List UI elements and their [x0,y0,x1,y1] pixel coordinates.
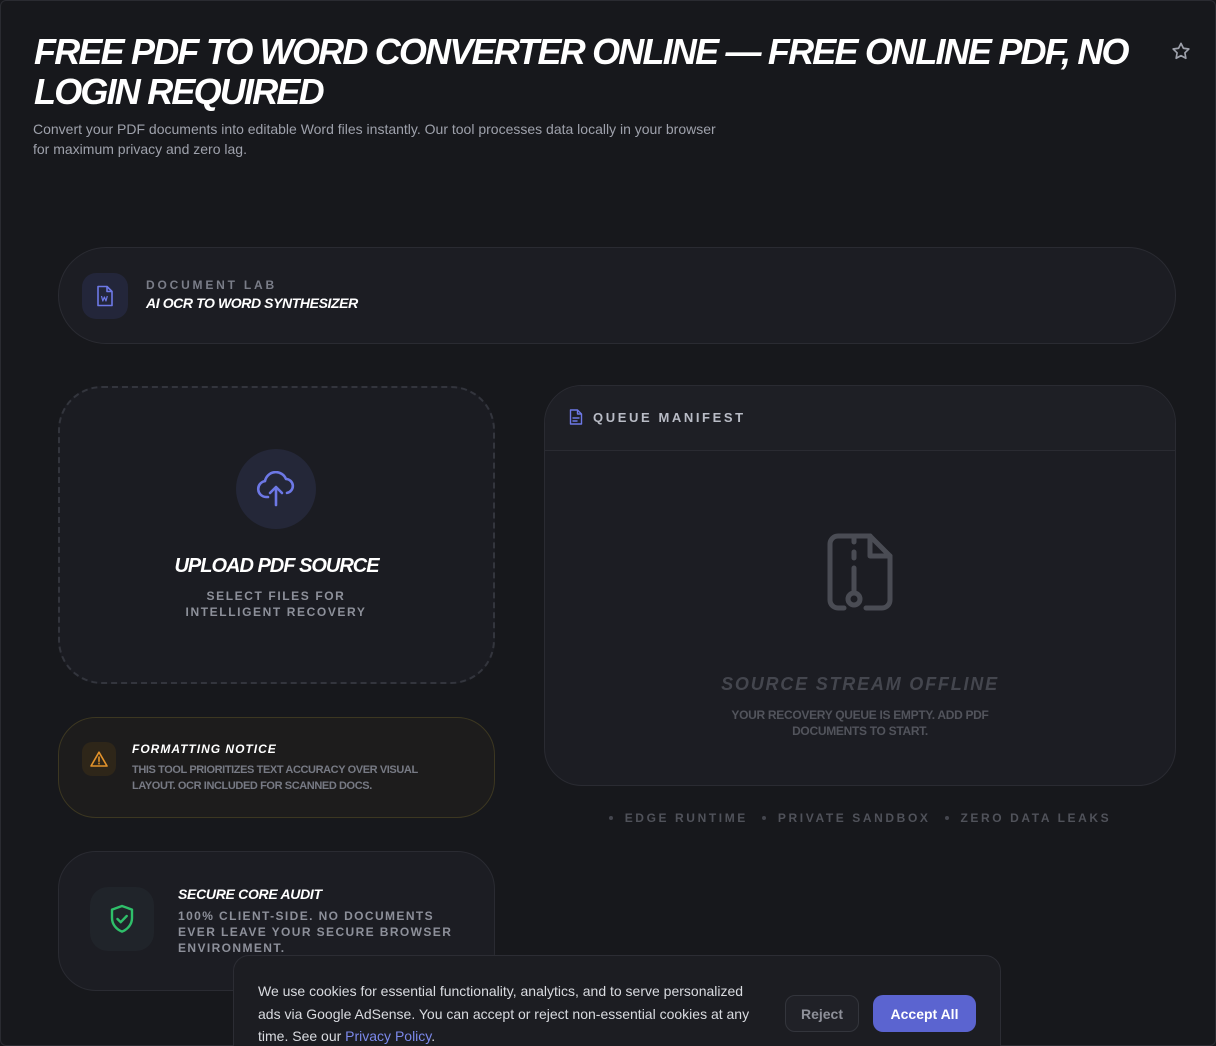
badge-private-sandbox: PRIVATE SANDBOX [761,811,931,825]
cloud-upload-icon [236,449,316,529]
badge-edge-runtime: EDGE RUNTIME [608,811,748,825]
notice-title: FORMATTING NOTICE [132,742,277,756]
lab-eyebrow: DOCUMENT LAB [146,278,277,292]
bullet-dot [761,816,766,820]
cookie-text: We use cookies for essential functionali… [258,983,750,1044]
file-zip-icon [826,533,894,616]
reject-cookies-button[interactable]: Reject [785,995,859,1032]
shield-check-icon [90,887,154,951]
warning-icon [82,742,116,776]
lab-title: AI OCR TO WORD SYNTHESIZER [146,295,358,311]
feature-badges: EDGE RUNTIME PRIVATE SANDBOX ZERO DATA L… [544,811,1176,825]
upload-dropzone[interactable] [58,386,495,684]
star-icon [1171,41,1191,66]
queue-empty-title: SOURCE STREAM OFFLINE [721,674,999,694]
favorite-button[interactable] [1168,40,1194,66]
page-subtitle: Convert your PDF documents into editable… [33,121,716,157]
accept-all-cookies-button[interactable]: Accept All [873,995,976,1032]
audit-title: SECURE CORE AUDIT [178,886,322,902]
page-title: FREE PDF TO WORD CONVERTER ONLINE — FREE… [34,31,1130,112]
queue-title: QUEUE MANIFEST [593,410,746,425]
badge-zero-data-leaks: ZERO DATA LEAKS [944,811,1112,825]
upload-subtitle: SELECT FILES FOR INTELLIGENT RECOVERY [185,589,367,619]
notice-text: THIS TOOL PRIORITIZES TEXT ACCURACY OVER… [132,764,418,792]
privacy-policy-link[interactable]: Privacy Policy [345,1028,431,1044]
file-list-icon [569,409,583,430]
queue-empty-text: YOUR RECOVERY QUEUE IS EMPTY. ADD PDF DO… [731,708,989,738]
word-file-icon [82,273,128,319]
upload-title: UPLOAD PDF SOURCE [174,555,379,577]
bullet-dot [944,816,949,820]
bullet-dot [608,816,613,820]
audit-text: 100% CLIENT-SIDE. NO DOCUMENTS EVER LEAV… [178,909,453,955]
